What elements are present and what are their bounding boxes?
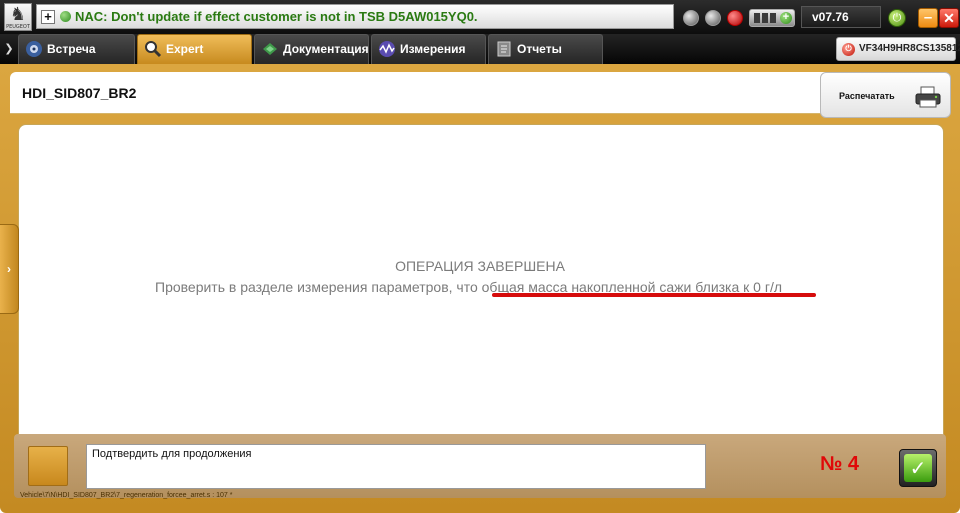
download-icon[interactable] [683, 10, 699, 26]
version-label: v07.76 [801, 6, 881, 28]
at-sign-icon[interactable] [727, 10, 743, 26]
logo-text: PEUGEOT [6, 24, 30, 30]
waveform-icon [379, 41, 395, 57]
battery-indicator: + [749, 9, 795, 27]
battery-segment [770, 13, 776, 23]
main-frame: HDI_SID807_BR2 Распечатать › ОПЕРАЦИЯ ЗА… [0, 64, 960, 513]
tab-label: Expert [166, 42, 204, 56]
tab-dokumentatsiya[interactable]: Документация [254, 34, 369, 64]
close-button[interactable]: ✕ [939, 8, 959, 28]
battery-segment [762, 13, 768, 23]
chevron-down-icon[interactable]: ❯ [2, 40, 16, 58]
battery-plus-icon: + [780, 12, 792, 24]
tab-izmereniya[interactable]: Измерения [371, 34, 486, 64]
message-bar: + NAC: Don't update if effect customer i… [36, 4, 674, 29]
script-path: Vehicle\7\N\HDI_SID807_BR2\7_regeneratio… [20, 492, 233, 499]
tab-otchety[interactable]: Отчеты [488, 34, 603, 64]
status-dot-icon [60, 11, 71, 22]
vin-power-icon: ⏻ [842, 43, 855, 56]
tab-label: Отчеты [517, 42, 562, 56]
highlight-underline [492, 293, 816, 297]
vin-text: VF34H9HR8CS135812 [859, 43, 960, 54]
confirm-message-box: Подтвердить для продолжения [86, 444, 706, 489]
tab-bar: ❯ Встреча Expert Документация Измерения [0, 34, 960, 64]
tab-expert[interactable]: Expert [137, 34, 252, 64]
checkmark-icon: ✓ [904, 454, 932, 482]
printer-icon [915, 86, 941, 108]
tab-label: Документация [283, 42, 369, 56]
print-button[interactable]: Распечатать [820, 72, 951, 118]
vin-button[interactable]: ⏻ VF34H9HR8CS135812 [836, 37, 960, 61]
operation-status-title: ОПЕРАЦИЯ ЗАВЕРШЕНА [395, 258, 565, 274]
back-button[interactable] [28, 446, 68, 486]
home-icon[interactable] [705, 10, 721, 26]
power-button[interactable]: ⏻ [888, 9, 906, 27]
tab-label: Измерения [400, 42, 466, 56]
expand-message-button[interactable]: + [41, 10, 55, 24]
report-icon [497, 41, 511, 57]
top-bar: ♞ PEUGEOT + NAC: Don't update if effect … [0, 0, 960, 34]
function-title: HDI_SID807_BR2 [22, 85, 137, 101]
minimize-button[interactable]: – [918, 8, 938, 28]
diagbox-window: ♞ PEUGEOT + NAC: Don't update if effect … [0, 0, 960, 513]
tab-label: Встреча [47, 42, 96, 56]
message-text: NAC: Don't update if effect customer is … [75, 9, 478, 24]
tab-vstrecha[interactable]: Встреча [18, 34, 135, 64]
car-wheel-icon [26, 41, 42, 57]
bottom-action-bar: Подтвердить для продолжения № 4 ✓ [14, 434, 946, 498]
confirm-ok-button[interactable]: ✓ [899, 449, 937, 487]
print-label: Распечатать [839, 91, 895, 101]
peugeot-logo: ♞ PEUGEOT [4, 3, 32, 31]
magnifier-icon [145, 41, 162, 58]
book-icon [263, 43, 277, 55]
battery-segment [754, 13, 760, 23]
step-annotation: № 4 [820, 453, 859, 475]
confirm-text: Подтвердить для продолжения [92, 448, 252, 460]
lion-icon: ♞ [9, 4, 27, 25]
function-header: HDI_SID807_BR2 Распечатать [10, 72, 951, 118]
